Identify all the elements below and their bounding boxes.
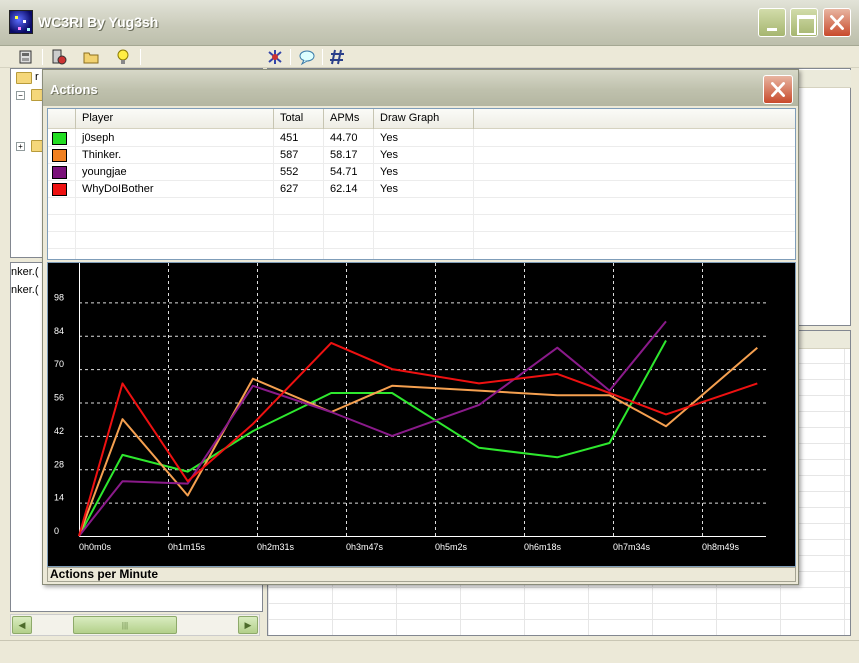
y-tick-label: 56 bbox=[54, 393, 64, 403]
x-tick-label: 0h0m0s bbox=[79, 542, 112, 552]
x-tick-label: 0h8m49s bbox=[702, 542, 740, 552]
list-item[interactable]: nker.( bbox=[11, 284, 39, 296]
x-tick-label: 0h6m18s bbox=[524, 542, 562, 552]
close-icon bbox=[771, 82, 785, 97]
column-header-total[interactable]: Total bbox=[274, 109, 324, 129]
cell-player: youngjae bbox=[82, 166, 127, 178]
dialog-close-button[interactable] bbox=[763, 75, 793, 104]
actions-dialog: Actions Player Total APMs Draw Graph j0s… bbox=[42, 69, 799, 585]
cell-player: Thinker. bbox=[82, 149, 122, 161]
players-table[interactable]: Player Total APMs Draw Graph j0seph 451 44… bbox=[47, 108, 796, 260]
cell-apms: 62.14 bbox=[330, 183, 358, 195]
table-row[interactable]: youngjae 552 54.71 Yes bbox=[48, 164, 795, 181]
toolbar-separator bbox=[322, 49, 323, 65]
cell-total: 451 bbox=[280, 132, 299, 144]
open-replay-icon[interactable] bbox=[17, 48, 35, 66]
folder-icon bbox=[16, 72, 32, 84]
series-line-youngjae bbox=[78, 320, 667, 537]
minimize-button[interactable] bbox=[758, 8, 786, 37]
x-tick-label: 0h3m47s bbox=[346, 542, 384, 552]
y-tick-label: 98 bbox=[54, 292, 64, 302]
network-icon[interactable] bbox=[266, 48, 284, 66]
y-tick-label: 42 bbox=[54, 426, 64, 436]
y-tick-label: 84 bbox=[54, 326, 64, 336]
player-color-swatch[interactable] bbox=[52, 183, 67, 196]
apm-chart: 0 14 28 42 56 70 84 98 0h0m0s 0h1m15s 0h2m31s 0h3m4… bbox=[47, 262, 796, 567]
color-column-header[interactable] bbox=[48, 109, 76, 129]
cell-draw-graph: Yes bbox=[380, 149, 398, 161]
tree-expand-toggle[interactable]: + bbox=[16, 142, 25, 151]
cell-draw-graph: Yes bbox=[380, 183, 398, 195]
folder-icon[interactable] bbox=[82, 48, 100, 66]
close-window-button[interactable] bbox=[823, 8, 851, 37]
hash-icon[interactable] bbox=[328, 48, 346, 66]
y-tick-label: 28 bbox=[54, 459, 64, 469]
cell-player: WhyDoIBother bbox=[82, 183, 154, 195]
chart-caption: Actions per Minute bbox=[47, 567, 796, 582]
cell-draw-graph: Yes bbox=[380, 166, 398, 178]
series-line-whydoibother bbox=[78, 341, 758, 537]
status-bar bbox=[0, 640, 859, 663]
app-icon bbox=[9, 10, 33, 34]
settings-icon[interactable] bbox=[50, 48, 68, 66]
x-tick-label: 0h7m34s bbox=[613, 542, 651, 552]
apm-line-chart: 0 14 28 42 56 70 84 98 0h0m0s 0h1m15s 0h2m31s 0h3m4… bbox=[54, 263, 766, 552]
player-color-swatch[interactable] bbox=[52, 166, 67, 179]
toolbar bbox=[0, 46, 859, 68]
chat-icon[interactable] bbox=[298, 48, 316, 66]
dialog-title: Actions bbox=[50, 82, 98, 97]
column-header-player[interactable]: Player bbox=[76, 109, 274, 129]
column-header-apms[interactable]: APMs bbox=[324, 109, 374, 129]
cell-draw-graph: Yes bbox=[380, 132, 398, 144]
table-row[interactable]: j0seph 451 44.70 Yes bbox=[48, 130, 795, 147]
list-item[interactable]: nker.( bbox=[11, 266, 39, 278]
column-header-draw-graph[interactable]: Draw Graph bbox=[374, 109, 474, 129]
window-title: WC3RI By Yug3sh bbox=[38, 14, 159, 30]
x-tick-label: 0h1m15s bbox=[168, 542, 206, 552]
cell-total: 627 bbox=[280, 183, 299, 195]
scroll-left-button[interactable]: ◀ bbox=[12, 616, 32, 634]
player-color-swatch[interactable] bbox=[52, 149, 67, 162]
cell-apms: 44.70 bbox=[330, 132, 358, 144]
x-tick-label: 0h5m2s bbox=[435, 542, 468, 552]
maximize-button[interactable] bbox=[790, 8, 818, 37]
y-tick-label: 70 bbox=[54, 359, 64, 369]
table-header: Player Total APMs Draw Graph bbox=[48, 109, 795, 129]
toolbar-separator bbox=[42, 49, 43, 65]
dialog-title-bar[interactable]: Actions bbox=[43, 70, 798, 106]
tree-collapse-toggle[interactable]: − bbox=[16, 91, 25, 100]
lightbulb-icon[interactable] bbox=[114, 48, 132, 66]
table-row[interactable]: WhyDoIBother 627 62.14 Yes bbox=[48, 181, 795, 198]
tree-root-label[interactable]: r bbox=[35, 71, 39, 83]
player-color-swatch[interactable] bbox=[52, 132, 67, 145]
main-title-bar[interactable]: WC3RI By Yug3sh bbox=[0, 0, 859, 46]
cell-player: j0seph bbox=[82, 132, 115, 144]
cell-apms: 54.71 bbox=[330, 166, 358, 178]
table-row[interactable]: Thinker. 587 58.17 Yes bbox=[48, 147, 795, 164]
series-line-thinker bbox=[78, 346, 758, 537]
x-tick-label: 0h2m31s bbox=[257, 542, 295, 552]
toolbar-separator bbox=[140, 49, 141, 65]
cell-apms: 58.17 bbox=[330, 149, 358, 161]
toolbar-separator bbox=[290, 49, 291, 65]
y-tick-label: 14 bbox=[54, 493, 64, 503]
y-tick-label: 0 bbox=[54, 526, 59, 536]
close-icon bbox=[830, 15, 844, 30]
cell-total: 587 bbox=[280, 149, 299, 161]
cell-total: 552 bbox=[280, 166, 299, 178]
scroll-thumb[interactable]: ||| bbox=[73, 616, 177, 634]
horizontal-scrollbar[interactable]: ◀ ||| ▶ bbox=[10, 614, 260, 636]
scroll-right-button[interactable]: ▶ bbox=[238, 616, 258, 634]
